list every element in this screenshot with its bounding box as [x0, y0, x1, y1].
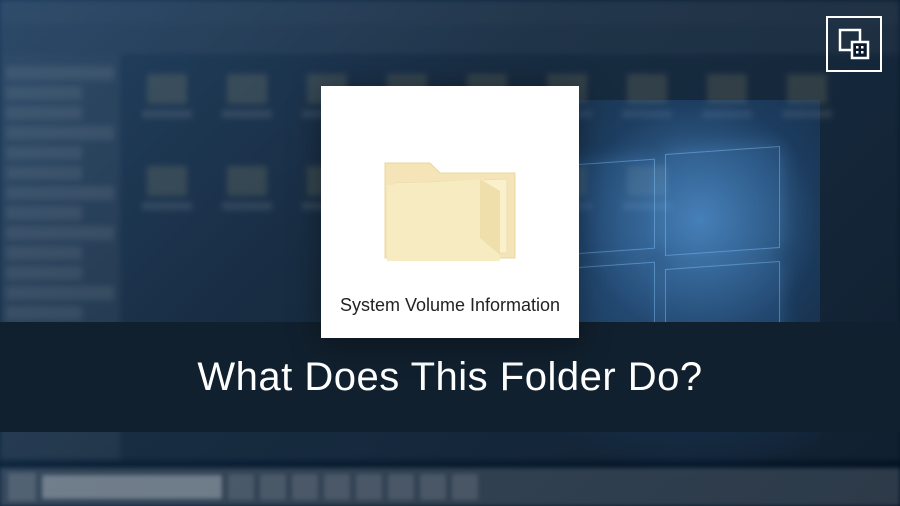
folder-card: System Volume Information [321, 86, 579, 338]
fossbytes-logo-icon [838, 28, 870, 60]
folder-icon [370, 133, 530, 283]
search-box [42, 475, 222, 499]
taskbar [0, 468, 900, 506]
headline-band: What Does This Folder Do? [0, 322, 900, 432]
start-button [8, 473, 36, 501]
folder-label: System Volume Information [340, 295, 560, 316]
brand-logo [826, 16, 882, 72]
headline-text: What Does This Folder Do? [197, 355, 702, 400]
